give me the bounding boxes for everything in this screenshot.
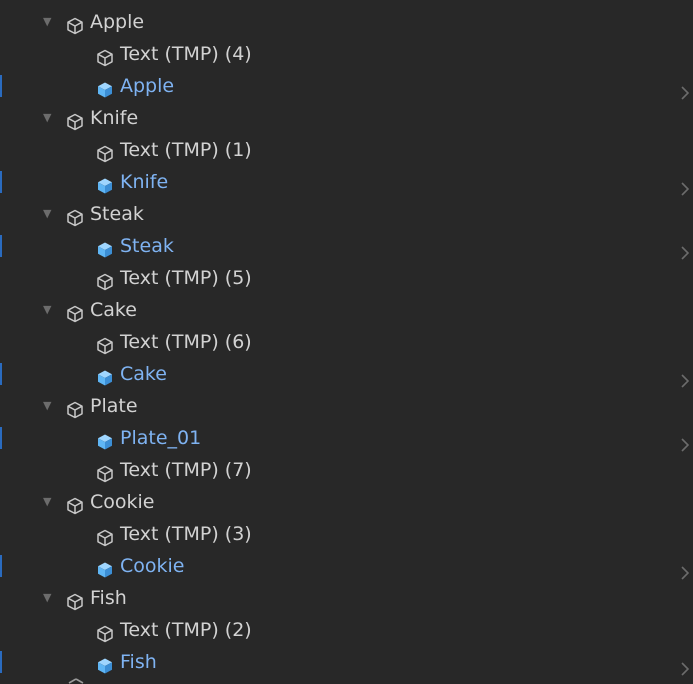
prefab-item[interactable]: Cookie [0, 550, 693, 582]
cube-outline-icon [66, 109, 84, 131]
hierarchy-item-cookie[interactable]: ▼ Cookie [12, 486, 693, 518]
hierarchy-item-label: Knife [90, 107, 139, 129]
hierarchy-item-label: Text (TMP) (7) [120, 459, 252, 481]
hierarchy-item-label: Steak [120, 235, 174, 257]
selection-marker [0, 171, 2, 193]
prefab-item[interactable]: Plate_01 [0, 422, 693, 454]
hierarchy-item-label: Cookie [90, 491, 155, 513]
triangle-down-icon[interactable]: ▼ [43, 102, 57, 134]
prefab-item[interactable]: Fish [0, 646, 693, 678]
hierarchy-item-label: Text (TMP) (6) [120, 331, 252, 353]
cube-outline-icon [96, 45, 114, 67]
triangle-down-icon[interactable]: ▼ [43, 390, 57, 422]
triangle-down-icon[interactable]: ▼ [43, 294, 57, 326]
prefab-cube-icon [96, 557, 114, 578]
hierarchy-item-label: Cake [90, 299, 137, 321]
hierarchy-item-label: Plate [90, 395, 138, 417]
cube-outline-icon [96, 525, 114, 547]
cube-outline-icon [66, 589, 84, 611]
cube-outline-icon [96, 141, 114, 163]
chevron-right-icon[interactable] [679, 431, 691, 452]
chevron-right-icon[interactable] [679, 175, 691, 196]
hierarchy-item-label: Plate_01 [120, 427, 202, 449]
prefab-cube-icon [96, 237, 114, 258]
cube-outline-icon [68, 678, 84, 684]
hierarchy-item-label: Text (TMP) (2) [120, 619, 252, 641]
prefab-item[interactable]: Apple [0, 70, 693, 102]
hierarchy-item-label: Knife [120, 171, 169, 193]
hierarchy-item-label: Cookie [120, 555, 185, 577]
hierarchy-item-label: Apple [90, 11, 145, 33]
cube-outline-icon [96, 269, 114, 291]
gameobject-item[interactable]: Text (TMP) (6) [12, 326, 693, 358]
cube-outline-icon [96, 333, 114, 355]
cube-outline-icon [96, 461, 114, 483]
selection-marker [0, 555, 2, 577]
selection-marker [0, 651, 2, 673]
cube-outline-icon [66, 493, 84, 515]
prefab-cube-icon [96, 77, 114, 98]
hierarchy-item-label: Text (TMP) (5) [120, 267, 252, 289]
triangle-down-icon[interactable]: ▼ [43, 486, 57, 518]
cube-outline-icon [66, 397, 84, 419]
prefab-cube-icon [96, 429, 114, 450]
prefab-item[interactable]: Knife [0, 166, 693, 198]
prefab-item[interactable]: Cake [0, 358, 693, 390]
gameobject-item[interactable]: Text (TMP) (5) [12, 262, 693, 294]
hierarchy-item-apple[interactable]: ▼ Apple [12, 6, 693, 38]
chevron-right-icon[interactable] [679, 559, 691, 580]
hierarchy-item-plate[interactable]: ▼ Plate [12, 390, 693, 422]
gameobject-item[interactable]: Text (TMP) (2) [12, 614, 693, 646]
hierarchy-item-cake[interactable]: ▼ Cake [12, 294, 693, 326]
hierarchy-item-label: Apple [120, 75, 175, 97]
hierarchy-item-knife[interactable]: ▼ Knife [12, 102, 693, 134]
prefab-cube-icon [96, 653, 114, 674]
cube-outline-icon [66, 205, 84, 227]
hierarchy-item-label: Fish [120, 651, 157, 673]
cube-outline-icon [96, 621, 114, 643]
triangle-down-icon[interactable]: ▼ [43, 6, 57, 38]
prefab-item[interactable]: Steak [0, 230, 693, 262]
prefab-cube-icon [96, 365, 114, 386]
selection-marker [0, 235, 2, 257]
cube-outline-icon [66, 13, 84, 35]
selection-marker [0, 363, 2, 385]
hierarchy-item-label: Text (TMP) (3) [120, 523, 252, 545]
gameobject-item[interactable]: Text (TMP) (1) [12, 134, 693, 166]
selection-marker [0, 427, 2, 449]
hierarchy-tree: ▼ Apple Text (TMP) (4) Apple ▼ Knife Text (TMP… [0, 6, 693, 678]
selection-marker [0, 75, 2, 97]
chevron-right-icon[interactable] [679, 239, 691, 260]
hierarchy-item-label: Text (TMP) (4) [120, 43, 252, 65]
hierarchy-item-label: Text (TMP) (1) [120, 139, 252, 161]
chevron-right-icon[interactable] [679, 655, 691, 676]
prefab-cube-icon [96, 173, 114, 194]
hierarchy-panel: ▼ Apple Text (TMP) (4) Apple ▼ Knife Text (TMP… [0, 0, 693, 684]
triangle-down-icon[interactable]: ▼ [43, 198, 57, 230]
triangle-down-icon[interactable]: ▼ [43, 582, 57, 614]
hierarchy-item-label: Cake [120, 363, 167, 385]
chevron-right-icon[interactable] [679, 367, 691, 388]
hierarchy-item-fish[interactable]: ▼ Fish [12, 582, 693, 614]
gameobject-item[interactable]: Text (TMP) (7) [12, 454, 693, 486]
cube-outline-icon [66, 301, 84, 323]
chevron-right-icon[interactable] [679, 79, 691, 100]
gameobject-item[interactable]: Text (TMP) (4) [12, 38, 693, 70]
hierarchy-item-label: Fish [90, 587, 127, 609]
hierarchy-item-label: Steak [90, 203, 144, 225]
hierarchy-item-steak[interactable]: ▼ Steak [12, 198, 693, 230]
gameobject-item[interactable]: Text (TMP) (3) [12, 518, 693, 550]
